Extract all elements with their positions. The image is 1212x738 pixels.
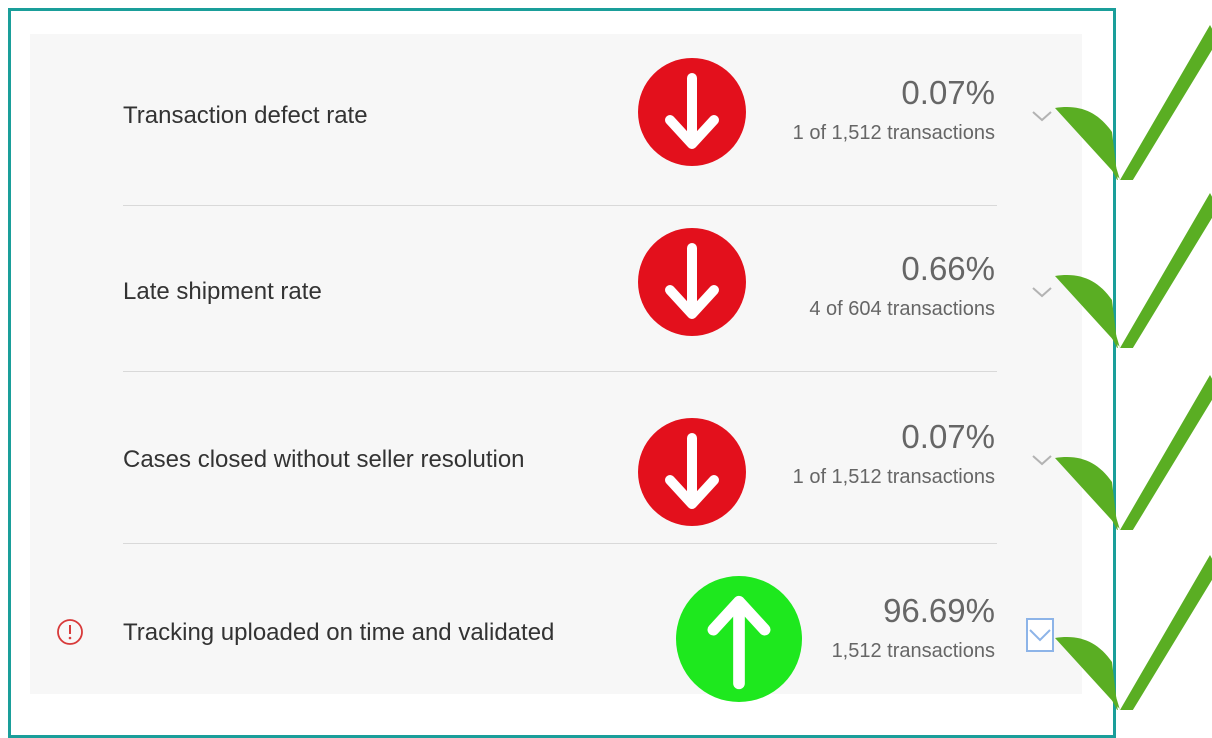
arrow-down-icon	[638, 228, 746, 336]
metric-row-transaction-defect-rate[interactable]: Transaction defect rate 0.07% 1 of 1,512…	[30, 34, 1082, 206]
metric-detail: 1,512 transactions	[831, 640, 995, 662]
metric-detail: 1 of 1,512 transactions	[792, 466, 995, 488]
checkmark-icon	[1055, 375, 1212, 530]
checkmark-icon	[1055, 555, 1212, 710]
seller-metrics-panel: Transaction defect rate 0.07% 1 of 1,512…	[30, 34, 1082, 694]
metric-detail: 4 of 604 transactions	[809, 298, 995, 320]
arrow-up-icon	[676, 576, 802, 702]
metric-label: Tracking uploaded on time and validated	[123, 619, 555, 646]
metric-value: 0.66%	[901, 250, 995, 287]
checkmark-icon	[1055, 193, 1212, 348]
metric-detail: 1 of 1,512 transactions	[792, 122, 995, 144]
metric-label: Late shipment rate	[123, 278, 322, 305]
metric-row-tracking-uploaded[interactable]: Tracking uploaded on time and validated …	[30, 544, 1082, 694]
exclamation-circle-icon	[57, 619, 83, 645]
arrow-down-icon	[638, 58, 746, 166]
metric-row-cases-closed-without-seller-resolution[interactable]: Cases closed without seller resolution 0…	[30, 372, 1082, 544]
metric-value: 0.07%	[901, 74, 995, 111]
checkmark-icon	[1055, 25, 1212, 180]
metric-value: 0.07%	[901, 418, 995, 455]
arrow-down-icon	[638, 418, 746, 526]
metric-label: Cases closed without seller resolution	[123, 446, 525, 473]
metric-value: 96.69%	[883, 592, 995, 629]
metric-row-late-shipment-rate[interactable]: Late shipment rate 0.66% 4 of 604 transa…	[30, 200, 1082, 372]
metric-label: Transaction defect rate	[123, 102, 368, 129]
